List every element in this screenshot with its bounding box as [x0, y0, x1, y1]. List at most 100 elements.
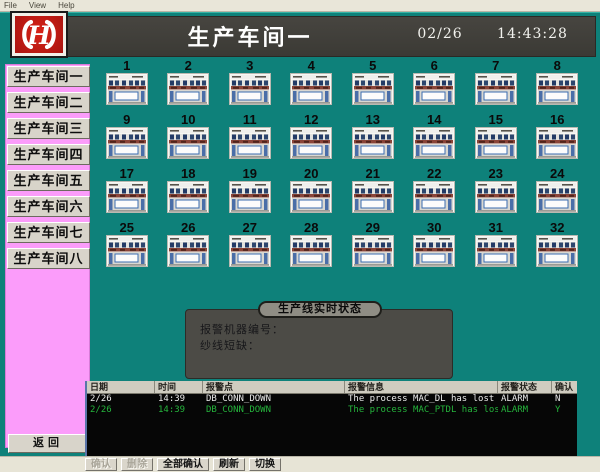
machine-item[interactable]: 2: [158, 59, 220, 105]
bottom-button-3[interactable]: 全部确认: [157, 458, 209, 471]
knitting-machine-icon: [167, 181, 209, 213]
machine-item[interactable]: 21: [342, 167, 404, 213]
menu-file[interactable]: File: [4, 1, 17, 10]
machine-item[interactable]: 32: [527, 221, 589, 267]
machine-item[interactable]: 18: [158, 167, 220, 213]
menu-help[interactable]: Help: [58, 1, 74, 10]
machine-grid: 1: [96, 59, 588, 267]
machine-number: 4: [308, 59, 315, 72]
machine-item[interactable]: 30: [404, 221, 466, 267]
bottom-button-4[interactable]: 刷新: [213, 458, 245, 471]
cell-ack: N: [552, 394, 577, 405]
machine-number: 2: [185, 59, 192, 72]
machine-number: 19: [243, 167, 257, 180]
machine-item[interactable]: 20: [281, 167, 343, 213]
knitting-machine-icon: [352, 127, 394, 159]
cell-point: DB_CONN_DOWN: [203, 394, 345, 405]
machine-number: 15: [489, 113, 503, 126]
knitting-machine-icon: [106, 127, 148, 159]
bottom-button-1[interactable]: 确认: [85, 458, 117, 471]
sidebar-item-workshop-4[interactable]: 生产车间四: [7, 144, 90, 165]
machine-item[interactable]: 1: [96, 59, 158, 105]
knitting-machine-icon: [475, 235, 517, 267]
status-line-yarn-shortage: 纱线短缺：: [200, 338, 452, 354]
machine-item[interactable]: 17: [96, 167, 158, 213]
machine-item[interactable]: 5: [342, 59, 404, 105]
knitting-machine-icon: [536, 127, 578, 159]
machine-number: 28: [304, 221, 318, 234]
machine-item[interactable]: 6: [404, 59, 466, 105]
cell-time: 14:39: [155, 394, 203, 405]
machine-item[interactable]: 16: [527, 113, 589, 159]
sidebar-item-workshop-3[interactable]: 生产车间三: [7, 118, 90, 139]
menu-view[interactable]: View: [29, 1, 46, 10]
machine-item[interactable]: 25: [96, 221, 158, 267]
alarm-table[interactable]: 日期 时间 报警点 报警信息 报警状态 确认 2/26 14:39 DB_CON…: [85, 381, 577, 456]
sidebar-item-label: 生产车间六: [13, 199, 83, 214]
machine-item[interactable]: 27: [219, 221, 281, 267]
knitting-machine-icon: [413, 235, 455, 267]
machine-number: 7: [492, 59, 499, 72]
knitting-machine-icon: [106, 181, 148, 213]
machine-number: 11: [243, 113, 257, 126]
machine-number: 29: [366, 221, 380, 234]
table-row[interactable]: 2/26 14:39 DB_CONN_DOWN The process MAC_…: [87, 405, 577, 416]
machine-number: 23: [489, 167, 503, 180]
sidebar-item-workshop-2[interactable]: 生产车间二: [7, 92, 90, 113]
machine-item[interactable]: 10: [158, 113, 220, 159]
cell-status: ALARM: [498, 394, 552, 405]
sidebar-item-workshop-5[interactable]: 生产车间五: [7, 170, 90, 191]
bottom-toolbar: 确认 删除 全部确认 刷新 切换: [0, 456, 600, 472]
knitting-machine-icon: [290, 73, 332, 105]
knitting-machine-icon: [290, 127, 332, 159]
machine-item[interactable]: 12: [281, 113, 343, 159]
cell-status: ALARM: [498, 405, 552, 416]
machine-item[interactable]: 19: [219, 167, 281, 213]
sidebar-button-stack: 生产车间一 生产车间二 生产车间三 生产车间四 生产车间五 生产车间六 生产车间…: [7, 66, 90, 274]
machine-item[interactable]: 23: [465, 167, 527, 213]
knitting-machine-icon: [290, 181, 332, 213]
machine-item[interactable]: 26: [158, 221, 220, 267]
machine-number: 24: [550, 167, 564, 180]
machine-item[interactable]: 15: [465, 113, 527, 159]
machine-item[interactable]: 28: [281, 221, 343, 267]
sidebar-item-workshop-6[interactable]: 生产车间六: [7, 196, 90, 217]
sidebar-item-label: 生产车间八: [13, 251, 83, 266]
machine-number: 18: [181, 167, 195, 180]
col-header-date: 日期: [87, 381, 155, 393]
machine-item[interactable]: 8: [527, 59, 589, 105]
table-row[interactable]: 2/26 14:39 DB_CONN_DOWN The process MAC_…: [87, 394, 577, 405]
status-panel: 报警机器编号： 纱线短缺：: [185, 309, 453, 379]
knitting-machine-icon: [106, 73, 148, 105]
machine-item[interactable]: 4: [281, 59, 343, 105]
knitting-machine-icon: [536, 235, 578, 267]
machine-item[interactable]: 13: [342, 113, 404, 159]
knitting-machine-icon: [167, 235, 209, 267]
bottom-button-2[interactable]: 删除: [121, 458, 153, 471]
machine-item[interactable]: 24: [527, 167, 589, 213]
sidebar-item-label: 生产车间二: [13, 95, 83, 110]
machine-item[interactable]: 22: [404, 167, 466, 213]
knitting-machine-icon: [475, 181, 517, 213]
sidebar-item-workshop-7[interactable]: 生产车间七: [7, 222, 90, 243]
machine-item[interactable]: 14: [404, 113, 466, 159]
sidebar-item-workshop-1[interactable]: 生产车间一: [7, 66, 90, 87]
sidebar-item-label: 生产车间一: [13, 69, 83, 84]
machine-item[interactable]: 11: [219, 113, 281, 159]
back-button[interactable]: 返回: [8, 434, 88, 453]
cell-date: 2/26: [87, 394, 155, 405]
brand-logo-icon: H: [15, 16, 63, 53]
knitting-machine-icon: [229, 127, 271, 159]
machine-item[interactable]: 31: [465, 221, 527, 267]
sidebar-item-workshop-8[interactable]: 生产车间八: [7, 248, 90, 269]
machine-item[interactable]: 3: [219, 59, 281, 105]
alarm-table-header: 日期 时间 报警点 报警信息 报警状态 确认: [87, 381, 577, 394]
bottom-button-5[interactable]: 切换: [249, 458, 281, 471]
machine-item[interactable]: 7: [465, 59, 527, 105]
col-header-time: 时间: [155, 381, 203, 393]
sidebar-panel: 生产车间一 生产车间二 生产车间三 生产车间四 生产车间五 生产车间六 生产车间…: [5, 64, 90, 448]
machine-item[interactable]: 29: [342, 221, 404, 267]
status-line-alarm-machine: 报警机器编号：: [200, 322, 452, 338]
machine-item[interactable]: 9: [96, 113, 158, 159]
cell-date: 2/26: [87, 405, 155, 416]
